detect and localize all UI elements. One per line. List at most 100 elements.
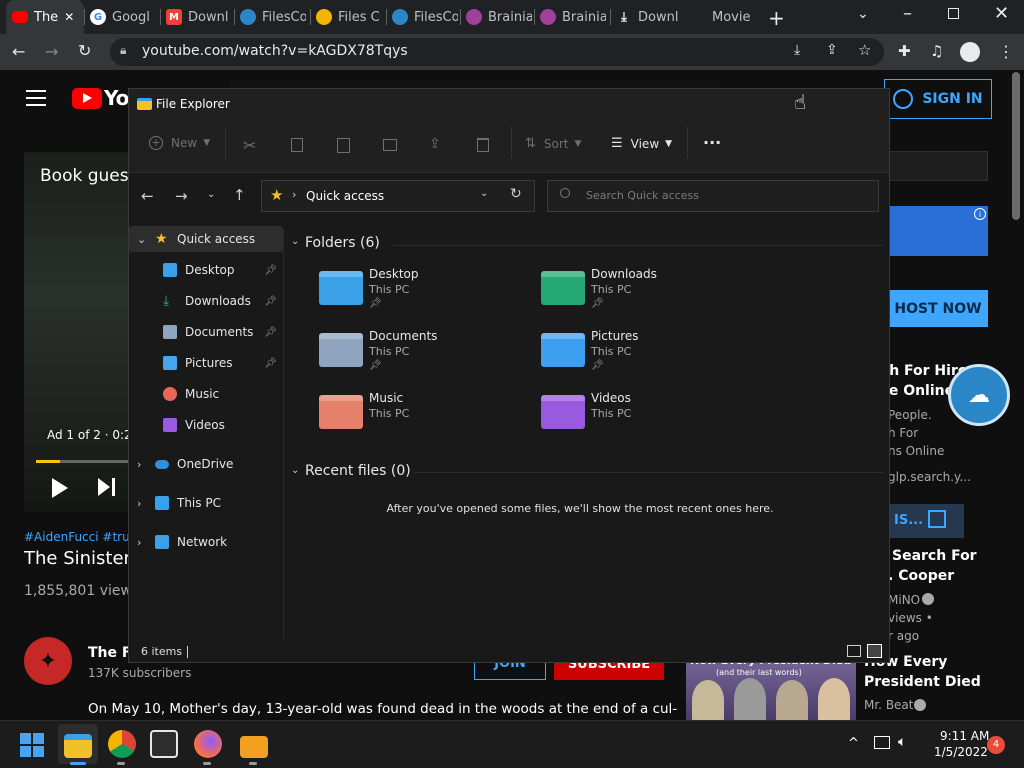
chrome-taskbar-icon[interactable]	[108, 730, 136, 758]
paste-icon[interactable]	[337, 138, 350, 153]
tab-6[interactable]: FilesCo	[392, 4, 458, 30]
filescom-floating-icon[interactable]: ☁	[948, 364, 1010, 426]
sign-in-button[interactable]: SIGN IN	[884, 79, 992, 119]
tab-8[interactable]: Brainia	[540, 4, 606, 30]
close-window-icon[interactable]: ✕	[994, 3, 1009, 24]
tab-4[interactable]: FilesCo	[240, 4, 306, 30]
reload-icon[interactable]: ↻	[78, 41, 91, 60]
progress-bar[interactable]	[36, 460, 130, 463]
back-icon[interactable]: ←	[12, 42, 25, 61]
tab-7[interactable]: Brainia	[466, 4, 532, 30]
start-button-icon[interactable]	[20, 733, 44, 757]
folder-tile-pictures[interactable]: Pictures This PC 📌︎	[541, 327, 751, 383]
nav-item-desktop-folder[interactable]: Desktop 📌︎	[129, 257, 283, 283]
channel-avatar[interactable]: ✦	[24, 637, 72, 685]
nav-item-downloads[interactable]: ⤓ Downloads 📌︎	[129, 288, 283, 314]
page-scrollbar[interactable]	[1012, 72, 1020, 220]
folder-tile-desktop[interactable]: Desktop This PC 📌︎	[319, 265, 529, 321]
folder-tile-documents[interactable]: Documents This PC 📌︎	[319, 327, 529, 383]
clock-time[interactable]: 9:11 AM	[940, 729, 989, 743]
hamburger-menu-icon[interactable]	[26, 90, 46, 106]
extensions-icon[interactable]: ✚	[898, 42, 911, 60]
new-button[interactable]: + New ▼	[149, 136, 210, 150]
chevron-down-icon[interactable]: ⌄	[137, 233, 146, 246]
bookmark-star-icon[interactable]: ☆	[858, 41, 871, 59]
folder-tile-music[interactable]: Music This PC	[319, 389, 529, 445]
tab-2[interactable]: G Googl	[90, 4, 156, 30]
minimize-icon[interactable]: –	[903, 3, 912, 24]
forward-icon[interactable]: →	[45, 42, 58, 61]
copy-icon[interactable]	[291, 138, 303, 152]
tab-3[interactable]: M Downl	[166, 4, 232, 30]
up-arrow-icon[interactable]: ↑	[233, 186, 246, 204]
tab-5[interactable]: Files C	[316, 4, 382, 30]
sidebar-ad-banner[interactable]	[888, 206, 988, 256]
view-button[interactable]: ☰ View ▼	[611, 136, 672, 151]
chevron-right-icon[interactable]: ›	[137, 497, 141, 510]
sort-button[interactable]: ⇅ Sort ▼	[525, 136, 581, 151]
tab-1[interactable]: The ✕	[12, 4, 78, 30]
refresh-icon[interactable]: ↻	[510, 186, 522, 202]
nav-item-network[interactable]: › Network	[129, 529, 283, 555]
hashtags-link[interactable]: #AidenFucci #truec	[24, 530, 128, 544]
folders-header[interactable]: Folders (6)	[305, 235, 380, 251]
restore-icon[interactable]	[948, 8, 959, 19]
chevron-down-icon[interactable]: ⌄	[480, 188, 488, 199]
video-player[interactable]: Book guest Ad 1 of 2 · 0:29	[24, 152, 139, 512]
notification-badge[interactable]: 4	[987, 736, 1005, 754]
network-icon[interactable]	[874, 736, 890, 749]
new-tab-icon[interactable]: +	[768, 6, 785, 30]
show-hidden-icons-icon[interactable]: ^	[848, 736, 859, 751]
explorer-address-bar[interactable]: ★ › Quick access ⌄ ↻	[261, 180, 535, 212]
volume-icon[interactable]: 🔈︎	[898, 734, 906, 750]
file-explorer-taskbar-icon[interactable]	[64, 734, 92, 758]
profile-avatar-icon[interactable]	[960, 42, 980, 62]
chrome-menu-icon[interactable]: ⋮	[998, 42, 1014, 61]
folder-taskbar-icon[interactable]	[240, 736, 268, 758]
clock-date[interactable]: 1/5/2022	[934, 745, 988, 759]
forward-arrow-icon[interactable]: →	[175, 187, 188, 205]
details-view-icon[interactable]	[847, 645, 861, 657]
folder-tile-videos[interactable]: Videos This PC	[541, 389, 751, 445]
cut-icon[interactable]: ✂	[243, 136, 256, 155]
share-icon[interactable]: ⇪	[826, 42, 838, 58]
tab-9[interactable]: ⤓ Downl	[616, 4, 682, 30]
folder-tile-downloads[interactable]: Downloads This PC 📌︎	[541, 265, 751, 321]
rec1-title-2[interactable]: . Cooper	[888, 568, 954, 584]
rename-icon[interactable]	[383, 139, 397, 151]
nav-item-onedrive[interactable]: › OneDrive	[129, 451, 283, 477]
install-icon[interactable]: ⤓	[794, 42, 800, 58]
recent-files-header[interactable]: Recent files (0)	[305, 463, 411, 479]
store-taskbar-icon[interactable]	[150, 730, 178, 758]
nav-item-pictures[interactable]: Pictures 📌︎	[129, 350, 283, 376]
chevron-down-icon[interactable]: ⌄	[291, 236, 299, 247]
close-tab-icon[interactable]: ✕	[64, 10, 74, 24]
nav-item-star[interactable]: ⌄ ★ Quick access	[129, 226, 283, 252]
delete-icon[interactable]	[477, 138, 489, 152]
tab-10[interactable]: Movie	[712, 4, 772, 30]
play-icon[interactable]	[52, 478, 68, 498]
recent-locations-icon[interactable]: ⌄	[207, 189, 215, 200]
firefox-taskbar-icon[interactable]	[194, 730, 222, 758]
host-now-button[interactable]: HOST NOW	[888, 290, 988, 327]
rec2-channel[interactable]: Mr. Beat	[864, 698, 914, 712]
back-arrow-icon[interactable]: ←	[141, 187, 154, 205]
explorer-search-box[interactable]: Search Quick access	[547, 180, 879, 212]
next-icon[interactable]	[98, 478, 110, 496]
address-bar[interactable]: 🔒︎ youtube.com/watch?v=kAGDX78Tqys ⤓ ⇪ ☆	[110, 38, 884, 66]
more-options-icon[interactable]: ···	[703, 133, 721, 152]
rec1-channel[interactable]: MiNO	[888, 593, 920, 607]
nav-item-music[interactable]: Music	[129, 381, 283, 407]
nav-item-videos[interactable]: Videos	[129, 412, 283, 438]
tab-search-icon[interactable]: ⌄	[857, 6, 869, 22]
tiles-view-icon[interactable]	[867, 644, 882, 658]
rec2-title-2[interactable]: President Died	[864, 674, 981, 690]
chevron-down-icon[interactable]: ⌄	[291, 465, 299, 476]
media-control-icon[interactable]: ♫	[930, 42, 943, 60]
rec1-title-1[interactable]: Search For	[892, 548, 977, 564]
youtube-logo-icon[interactable]	[72, 88, 102, 109]
ad-info-icon[interactable]: i	[974, 208, 986, 220]
share-icon[interactable]: ⇪	[429, 136, 441, 152]
chevron-right-icon[interactable]: ›	[137, 536, 141, 549]
chevron-right-icon[interactable]: ›	[137, 458, 141, 471]
